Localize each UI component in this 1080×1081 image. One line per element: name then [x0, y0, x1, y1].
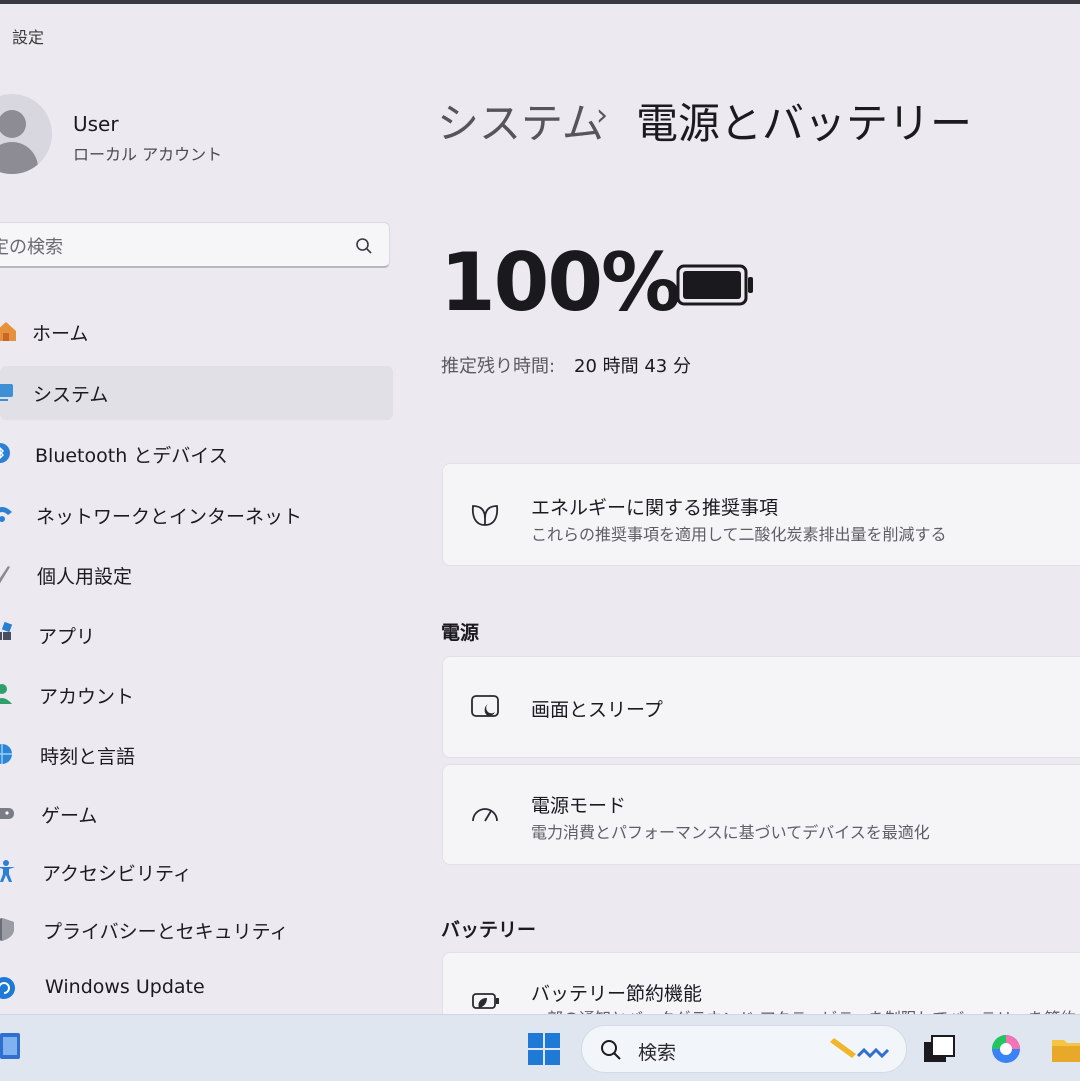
battery-icon — [676, 264, 753, 306]
card-subtitle: これらの推奨事項を適用して二酸化炭素排出量を削減する — [531, 525, 947, 544]
leaf-icon — [471, 505, 499, 526]
app-title: 設定 — [12, 28, 45, 47]
sidebar-item-label: プライバシーとセキュリティ — [43, 921, 289, 943]
shield-icon — [0, 918, 14, 941]
sidebar-item-accessibility[interactable]: アクセシビリティ — [0, 845, 393, 899]
update-icon — [0, 977, 15, 999]
sidebar-item-network[interactable]: ネットワークとインターネット — [0, 488, 393, 542]
sidebar-item-label: ホーム — [32, 323, 89, 345]
sidebar-item-time-language[interactable]: 時刻と言語 — [0, 728, 393, 782]
sidebar-item-home[interactable]: ホーム — [0, 305, 393, 359]
search-placeholder: 定の検索 — [0, 237, 63, 258]
battery-level-fill — [683, 271, 741, 299]
estimate-label: 推定残り時間: — [441, 356, 556, 377]
taskbar-search[interactable]: 検索 — [581, 1025, 907, 1073]
estimate-value: 20 時間 43 分 — [574, 356, 691, 377]
user-name: User — [73, 112, 119, 136]
sidebar-item-system[interactable]: システム — [0, 366, 393, 420]
pencil-highlight-icon — [830, 1038, 890, 1059]
avatar[interactable] — [0, 94, 52, 174]
avatar-head — [0, 110, 26, 138]
pen-icon — [0, 566, 10, 584]
power-mode-card[interactable]: 電源モード 電力消費とパフォーマンスに基づいてデバイスを最適化 — [442, 764, 1080, 865]
settings-search-input[interactable]: 定の検索 — [0, 222, 390, 268]
gamepad-icon — [0, 808, 14, 819]
sidebar-item-label: アクセシビリティ — [42, 863, 192, 885]
search-icon — [601, 1040, 621, 1060]
windows-start-icon[interactable] — [527, 1032, 561, 1066]
card-title: エネルギーに関する推奨事項 — [531, 497, 779, 519]
sidebar-item-accounts[interactable]: アカウント — [0, 668, 393, 722]
screen-sleep-icon — [471, 695, 499, 717]
taskbar-search-label: 検索 — [638, 1042, 677, 1064]
search-icon — [356, 238, 372, 254]
battery-saver-icon — [472, 993, 499, 1009]
accessibility-icon — [0, 860, 15, 882]
sidebar-item-bluetooth[interactable]: Bluetooth とデバイス — [0, 427, 393, 481]
sidebar-item-label: Windows Update — [45, 976, 205, 998]
sidebar-item-label: ネットワークとインターネット — [36, 506, 303, 528]
energy-recommendations-card[interactable]: エネルギーに関する推奨事項 これらの推奨事項を適用して二酸化炭素排出量を削減する — [442, 463, 1080, 566]
account-type: ローカル アカウント — [73, 145, 223, 164]
sidebar-item-windows-update[interactable]: Windows Update — [0, 962, 393, 1016]
bluetooth-icon — [0, 443, 10, 463]
gauge-icon — [472, 808, 498, 822]
sidebar-item-apps[interactable]: アプリ — [0, 608, 393, 662]
section-heading-battery: バッテリー — [441, 919, 537, 941]
apps-icon — [0, 622, 13, 640]
account-icon — [0, 684, 12, 704]
home-icon — [0, 322, 16, 341]
wifi-icon — [0, 507, 12, 522]
card-subtitle: 電力消費とパフォーマンスに基づいてデバイスを最適化 — [531, 823, 930, 842]
widgets-icon[interactable] — [0, 1031, 22, 1061]
breadcrumb-parent[interactable]: システム — [437, 90, 604, 151]
card-title: 画面とスリープ — [531, 699, 663, 721]
sidebar-item-label: 個人用設定 — [37, 566, 133, 588]
window-top-edge — [0, 0, 1080, 4]
card-title: バッテリー節約機能 — [531, 983, 703, 1005]
sidebar-item-label: ゲーム — [41, 805, 98, 827]
sidebar-item-label: アプリ — [38, 626, 96, 648]
page-title: 電源とバッテリー — [636, 99, 973, 148]
task-view-icon[interactable] — [922, 1032, 956, 1066]
sidebar-item-label: アカウント — [39, 686, 135, 708]
sidebar-item-label: 時刻と言語 — [40, 746, 136, 768]
file-explorer-icon[interactable] — [1050, 1032, 1080, 1066]
screen-sleep-card[interactable]: 画面とスリープ — [442, 656, 1080, 758]
sidebar-item-gaming[interactable]: ゲーム — [0, 787, 393, 841]
globe-icon — [0, 744, 12, 764]
battery-percentage: 100% — [440, 236, 681, 329]
system-icon — [0, 384, 13, 401]
sidebar-item-label: Bluetooth とデバイス — [35, 445, 228, 467]
taskbar: 検索 — [0, 1014, 1080, 1081]
breadcrumb-separator: › — [596, 98, 608, 133]
sidebar-item-privacy[interactable]: プライバシーとセキュリティ — [0, 903, 393, 957]
copilot-icon[interactable] — [989, 1032, 1023, 1066]
sidebar-item-label: システム — [33, 384, 109, 406]
sidebar-item-personalization[interactable]: 個人用設定 — [0, 548, 393, 602]
card-title: 電源モード — [531, 795, 627, 817]
avatar-body — [0, 142, 38, 174]
section-heading-power: 電源 — [441, 622, 480, 644]
